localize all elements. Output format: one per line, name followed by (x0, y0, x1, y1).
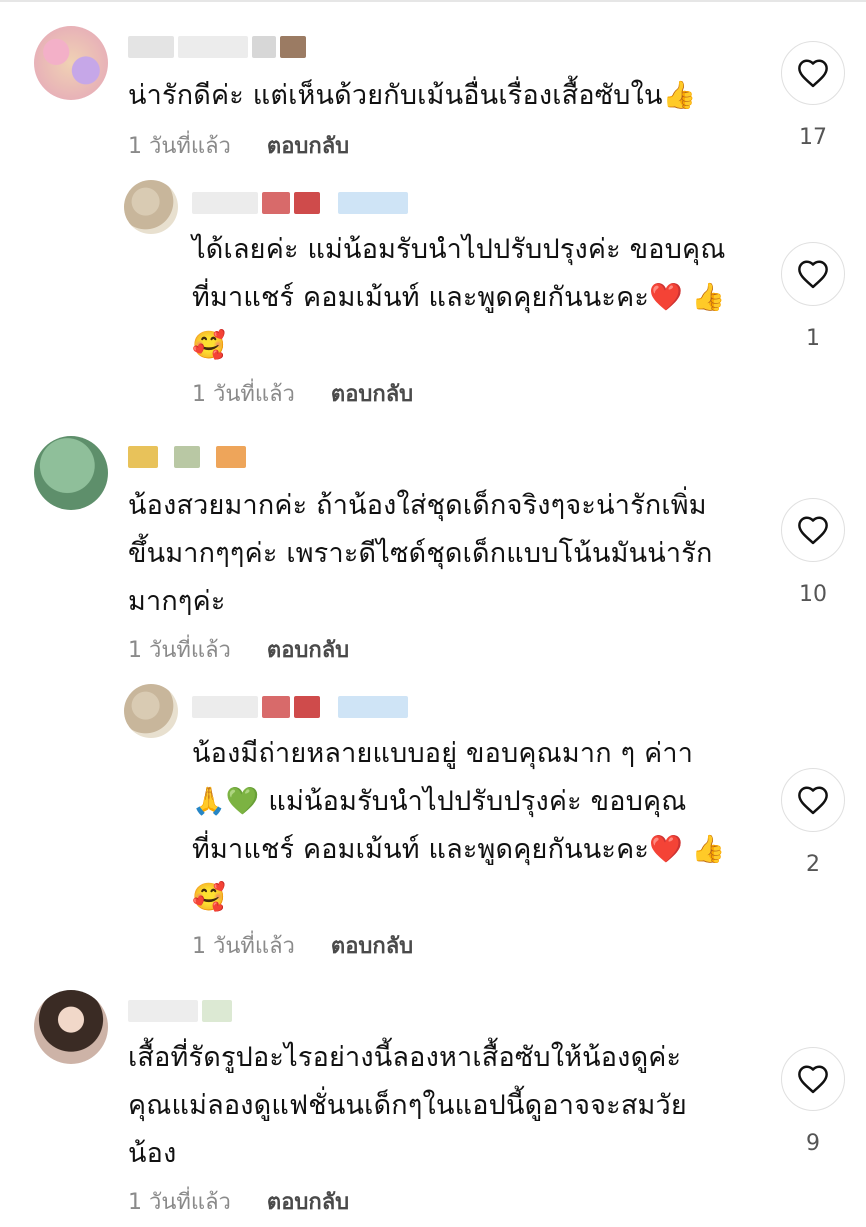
avatar[interactable] (34, 26, 108, 100)
heart-outline-icon (798, 786, 828, 815)
avatar[interactable] (124, 180, 178, 234)
like-button[interactable] (781, 41, 845, 105)
like-control: 10 (781, 498, 845, 607)
username-blurred[interactable] (128, 34, 306, 60)
heart-outline-icon (798, 59, 828, 88)
avatar[interactable] (124, 684, 178, 738)
reply-button[interactable]: ตอบกลับ (267, 1184, 349, 1219)
like-button[interactable] (781, 768, 845, 832)
reply-button[interactable]: ตอบกลับ (331, 376, 413, 411)
comment-time: 1 วันที่แล้ว (192, 382, 295, 407)
comment-time: 1 วันที่แล้ว (192, 934, 295, 959)
comment-text: น้องสวยมากค่ะ ถ้าน้องใส่ชุดเด็กจริงๆจะน่… (128, 490, 713, 617)
comment-time: 1 วันที่แล้ว (128, 134, 231, 159)
like-count: 10 (799, 582, 827, 607)
like-control: 9 (781, 1047, 845, 1156)
like-count: 2 (806, 852, 820, 877)
username-blurred[interactable] (128, 998, 232, 1024)
avatar[interactable] (34, 990, 108, 1064)
reply-button[interactable]: ตอบกลับ (267, 128, 349, 163)
reply-button[interactable]: ตอบกลับ (267, 632, 349, 667)
reply-button[interactable]: ตอบกลับ (331, 928, 413, 963)
like-control: 17 (781, 41, 845, 150)
comment-meta: 1 วันที่แล้ว ตอบกลับ (192, 928, 413, 963)
username-blurred[interactable] (192, 694, 408, 720)
heart-outline-icon (798, 516, 828, 545)
comment-time: 1 วันที่แล้ว (128, 1190, 231, 1215)
like-button[interactable] (781, 498, 845, 562)
username-blurred[interactable] (192, 190, 408, 216)
like-button[interactable] (781, 1047, 845, 1111)
like-control: 1 (781, 242, 845, 351)
username-blurred[interactable] (128, 444, 246, 470)
comment-text: ได้เลยค่ะ แม่น้อมรับนำไปปรับปรุงค่ะ ขอบค… (192, 234, 726, 361)
comment-time: 1 วันที่แล้ว (128, 638, 231, 663)
comment-text: เสื้อที่รัดรูปอะไรอย่างนี้ลองหาเสื้อซับใ… (128, 1042, 687, 1169)
top-divider (0, 0, 866, 2)
comment-text: น่ารักดีค่ะ แต่เห็นด้วยกับเม้นอื่นเรื่อง… (128, 80, 697, 111)
like-count: 9 (806, 1131, 820, 1156)
heart-outline-icon (798, 1065, 828, 1094)
comment-meta: 1 วันที่แล้ว ตอบกลับ (128, 1184, 349, 1219)
comment-text: น้องมีถ่ายหลายแบบอยู่ ขอบคุณมาก ๆ ค่าา 🙏… (192, 738, 726, 913)
like-count: 1 (806, 326, 820, 351)
comment-meta: 1 วันที่แล้ว ตอบกลับ (128, 632, 349, 667)
like-button[interactable] (781, 242, 845, 306)
avatar[interactable] (34, 436, 108, 510)
comment-meta: 1 วันที่แล้ว ตอบกลับ (128, 128, 349, 163)
comment-meta: 1 วันที่แล้ว ตอบกลับ (192, 376, 413, 411)
like-count: 17 (799, 125, 827, 150)
like-control: 2 (781, 768, 845, 877)
heart-outline-icon (798, 260, 828, 289)
